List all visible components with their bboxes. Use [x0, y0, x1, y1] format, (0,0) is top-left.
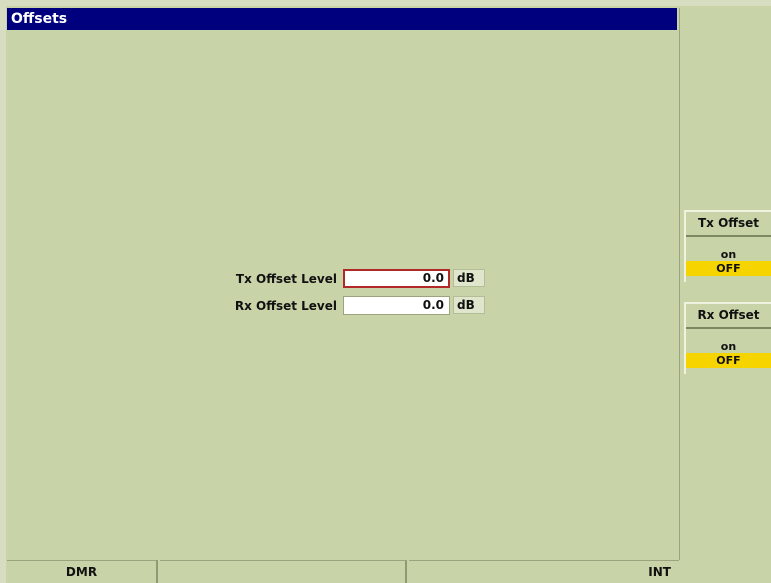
rx-offset-level-unit: dB — [453, 296, 485, 314]
tx-offset-level-label: Tx Offset Level — [235, 272, 337, 286]
tx-offset-softkey-divider — [686, 235, 771, 237]
status-mode: DMR — [7, 560, 158, 583]
main-panel: Offsets Tx Offset Level 0.0 dB Rx Offset… — [7, 8, 680, 560]
softkey-column: Tx Offset on OFF Rx Offset on OFF — [680, 8, 771, 583]
rx-offset-softkey[interactable]: Rx Offset on OFF — [684, 302, 771, 374]
rx-offset-on-option: on — [720, 340, 737, 353]
tx-offset-level-row: Tx Offset Level — [7, 269, 337, 291]
tx-offset-softkey-title: Tx Offset — [697, 216, 760, 230]
tx-offset-level-field[interactable]: 0.0 — [343, 269, 450, 288]
instrument-screen: Offsets Tx Offset Level 0.0 dB Rx Offset… — [0, 0, 771, 583]
status-middle — [160, 560, 407, 583]
rx-offset-off-option: OFF — [686, 353, 771, 368]
rx-offset-softkey-title: Rx Offset — [697, 308, 760, 322]
screen-edge-left — [0, 6, 6, 583]
tx-offset-off-option: OFF — [686, 261, 771, 276]
tx-offset-softkey[interactable]: Tx Offset on OFF — [684, 210, 771, 282]
tx-offset-level-unit: dB — [453, 269, 485, 287]
rx-offset-level-field[interactable]: 0.0 — [343, 296, 450, 315]
rx-offset-level-row: Rx Offset Level — [7, 296, 337, 318]
rx-offset-softkey-divider — [686, 327, 771, 329]
status-bar: DMR INT — [7, 560, 679, 583]
status-reference: INT — [409, 560, 679, 583]
rx-offset-level-label: Rx Offset Level — [234, 299, 337, 313]
screen-edge-top — [0, 0, 771, 6]
window-title: Offsets — [7, 8, 677, 30]
tx-offset-on-option: on — [720, 248, 737, 261]
